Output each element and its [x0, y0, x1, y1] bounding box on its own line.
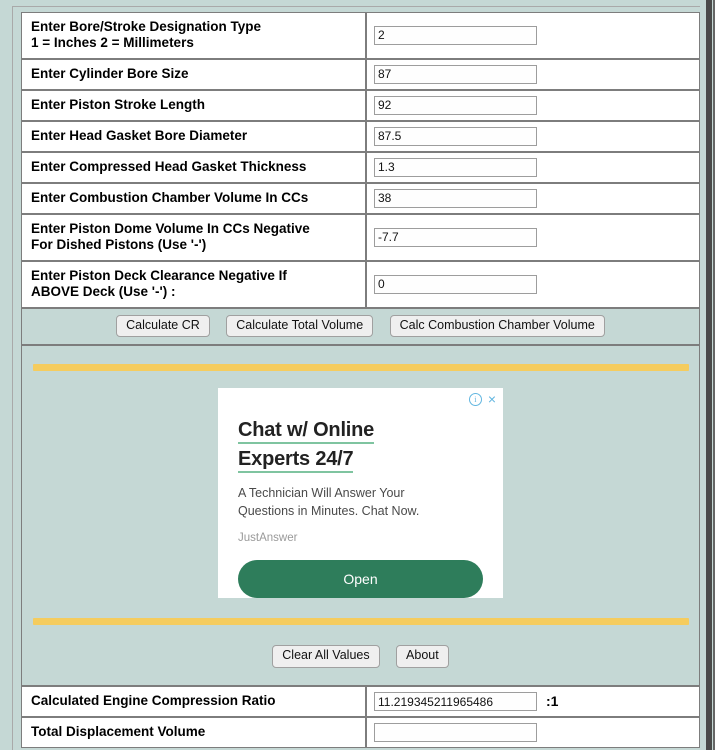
table-row: Calculated Engine Compression Ratio :1: [21, 686, 700, 718]
ad-row: i × Chat w/ Online Experts 24/7 A Techni…: [21, 345, 700, 687]
calc-button-bar: Calculate CR Calculate Total Volume Calc…: [21, 307, 700, 346]
table-row: Enter Head Gasket Bore Diameter: [21, 120, 700, 152]
ratio-suffix: :1: [546, 693, 559, 710]
field-cell-head-gasket-bore-diameter: [366, 120, 700, 152]
table-row: Enter Compressed Head Gasket Thickness: [21, 151, 700, 183]
result-label-calculated-engine-compression-ratio: Calculated Engine Compression Ratio: [21, 686, 366, 718]
input-compressed-head-gasket-thickness[interactable]: [374, 157, 537, 177]
input-piston-deck-clearance[interactable]: [374, 274, 537, 294]
label-line-2: For Dished Pistons (Use '-'): [31, 237, 207, 253]
field-label-cylinder-bore-size: Enter Cylinder Bore Size: [21, 58, 366, 90]
field-cell-piston-deck-clearance: [366, 260, 700, 308]
field-cell-piston-stroke-length: [366, 89, 700, 121]
calc-button-row: Calculate CR Calculate Total Volume Calc…: [21, 307, 700, 346]
page-frame: Enter Bore/Stroke Designation Type 1 = I…: [0, 0, 715, 750]
input-piston-dome-volume[interactable]: [374, 227, 537, 247]
calculator-table: Enter Bore/Stroke Designation Type 1 = I…: [21, 12, 700, 749]
page-content-frame: Enter Bore/Stroke Designation Type 1 = I…: [12, 6, 700, 750]
advertisement-card[interactable]: i × Chat w/ Online Experts 24/7 A Techni…: [218, 388, 503, 599]
label-line-1: Enter Piston Dome Volume In CCs Negative: [31, 220, 310, 236]
scrollbar-thumb[interactable]: [706, 0, 712, 750]
ad-controls: i ×: [468, 392, 496, 407]
ad-open-button[interactable]: Open: [238, 560, 483, 599]
clear-all-values-button[interactable]: Clear All Values: [272, 645, 380, 669]
ad-body-line-1: A Technician Will Answer Your: [238, 486, 405, 501]
gold-divider-top: [33, 364, 689, 372]
label-line-1: Enter Piston Deck Clearance Negative If: [31, 267, 287, 283]
ad-headline-line-1: Chat w/ Online: [238, 416, 483, 445]
about-button[interactable]: About: [396, 645, 449, 669]
calculator-table-body: Enter Bore/Stroke Designation Type 1 = I…: [21, 12, 700, 749]
input-bore-stroke-designation-type[interactable]: [374, 25, 537, 45]
vertical-scrollbar[interactable]: [706, 0, 715, 750]
output-calculated-engine-compression-ratio[interactable]: [374, 692, 537, 712]
table-row: Enter Piston Deck Clearance Negative If …: [21, 260, 700, 308]
ad-headline-line-2: Experts 24/7: [238, 445, 483, 473]
field-label-combustion-chamber-volume: Enter Combustion Chamber Volume In CCs: [21, 182, 366, 214]
field-label-head-gasket-bore-diameter: Enter Head Gasket Bore Diameter: [21, 120, 366, 152]
field-cell-compressed-head-gasket-thickness: [366, 151, 700, 183]
field-label-piston-deck-clearance: Enter Piston Deck Clearance Negative If …: [21, 260, 366, 308]
field-cell-piston-dome-volume: [366, 213, 700, 261]
result-cell-total-displacement-volume: [366, 717, 700, 749]
ad-brand-name: JustAnswer: [238, 532, 298, 545]
ad-body-line-2: Questions in Minutes. Chat Now.: [238, 504, 420, 519]
close-icon[interactable]: ×: [488, 392, 496, 406]
field-cell-cylinder-bore-size: [366, 58, 700, 90]
input-cylinder-bore-size[interactable]: [374, 64, 537, 84]
ad-zone-inner: i × Chat w/ Online Experts 24/7 A Techni…: [22, 346, 699, 685]
input-piston-stroke-length[interactable]: [374, 95, 537, 115]
ad-headline: Chat w/ Online Experts 24/7: [218, 388, 503, 473]
field-label-compressed-head-gasket-thickness: Enter Compressed Head Gasket Thickness: [21, 151, 366, 183]
field-label-piston-dome-volume: Enter Piston Dome Volume In CCs Negative…: [21, 213, 366, 261]
field-cell-bore-stroke-designation-type: [366, 12, 700, 59]
info-icon[interactable]: i: [468, 393, 482, 407]
result-label-total-displacement-volume: Total Displacement Volume: [21, 717, 366, 749]
input-combustion-chamber-volume[interactable]: [374, 188, 537, 208]
table-row: Total Displacement Volume: [21, 717, 700, 749]
result-cell-calculated-engine-compression-ratio: :1: [366, 686, 700, 718]
bottom-button-bar: Clear All Values About: [22, 625, 699, 676]
table-row: Enter Combustion Chamber Volume In CCs: [21, 182, 700, 214]
field-label-bore-stroke-designation-type: Enter Bore/Stroke Designation Type 1 = I…: [21, 12, 366, 59]
label-line-1: Enter Bore/Stroke Designation Type: [31, 19, 262, 34]
gold-divider-bottom: [33, 618, 689, 626]
input-head-gasket-bore-diameter[interactable]: [374, 126, 537, 146]
engine-compression-ratio-calculator-page: Enter Bore/Stroke Designation Type 1 = I…: [0, 0, 715, 750]
table-row: Enter Bore/Stroke Designation Type 1 = I…: [21, 12, 700, 59]
label-line-2: 1 = Inches 2 = Millimeters: [31, 35, 194, 51]
advertisement-zone: i × Chat w/ Online Experts 24/7 A Techni…: [21, 345, 700, 687]
ad-body-text: A Technician Will Answer Your Questions …: [218, 473, 503, 520]
table-row: Enter Piston Stroke Length: [21, 89, 700, 121]
output-total-displacement-volume[interactable]: [374, 723, 537, 743]
field-label-piston-stroke-length: Enter Piston Stroke Length: [21, 89, 366, 121]
table-row: Enter Piston Dome Volume In CCs Negative…: [21, 213, 700, 261]
calculate-cr-button[interactable]: Calculate CR: [116, 314, 210, 338]
calc-combustion-chamber-volume-button[interactable]: Calc Combustion Chamber Volume: [389, 314, 605, 338]
calculate-total-volume-button[interactable]: Calculate Total Volume: [226, 314, 374, 338]
field-cell-combustion-chamber-volume: [366, 182, 700, 214]
label-line-2: ABOVE Deck (Use '-') :: [31, 284, 176, 300]
table-row: Enter Cylinder Bore Size: [21, 58, 700, 90]
